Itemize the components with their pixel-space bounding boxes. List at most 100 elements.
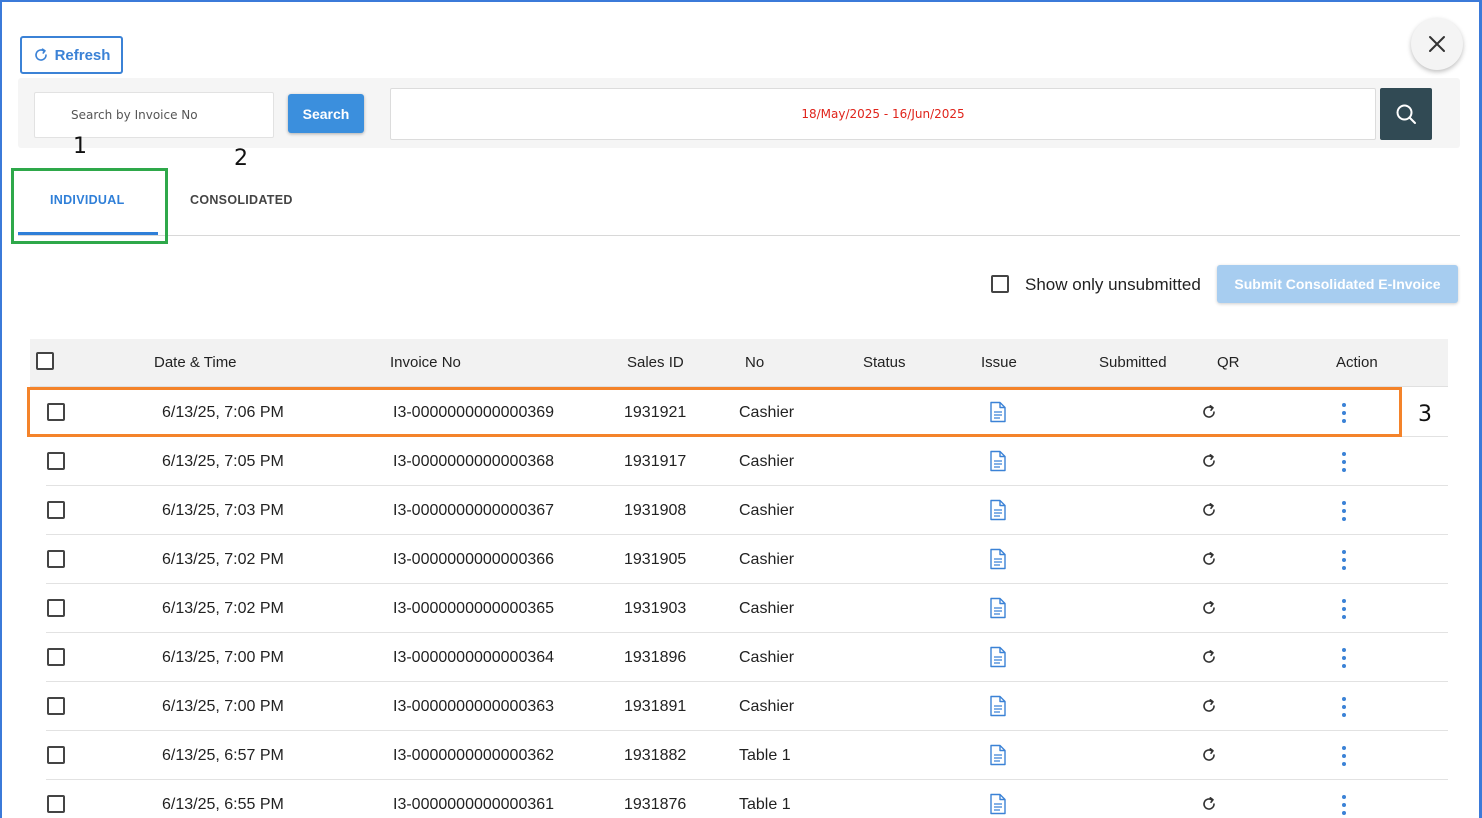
document-icon[interactable] xyxy=(988,499,1008,521)
column-header-action: Action xyxy=(1336,354,1378,371)
row-checkbox[interactable] xyxy=(47,550,65,568)
reload-icon[interactable] xyxy=(1201,747,1217,763)
row-sales-id: 1931908 xyxy=(624,502,687,519)
reload-icon[interactable] xyxy=(1201,796,1217,812)
column-header-issue: Issue xyxy=(981,354,1017,371)
row-no: Cashier xyxy=(739,551,795,568)
row-date-time: 6/13/25, 7:02 PM xyxy=(162,600,284,617)
refresh-button-label: Refresh xyxy=(54,46,111,64)
column-header-date-time: Date & Time xyxy=(154,354,237,371)
date-range-text: 18/May/2025 - 16/Jun/2025 xyxy=(801,107,965,121)
column-header-sales-id: Sales ID xyxy=(627,354,684,371)
row-sales-id: 1931903 xyxy=(624,600,687,617)
more-vertical-icon[interactable] xyxy=(1340,598,1348,620)
row-invoice-no: I3-0000000000000368 xyxy=(393,453,555,470)
row-checkbox[interactable] xyxy=(47,697,65,715)
row-date-time: 6/13/25, 7:00 PM xyxy=(162,698,284,715)
table-row[interactable]: 6/13/25, 6:55 PM I3-0000000000000361 19318… xyxy=(46,780,1448,818)
date-range-field[interactable]: 18/May/2025 - 16/Jun/2025 xyxy=(390,88,1376,140)
column-header-invoice-no: Invoice No xyxy=(390,354,461,371)
row-sales-id: 1931882 xyxy=(624,747,687,764)
row-checkbox[interactable] xyxy=(47,452,65,470)
row-date-time: 6/13/25, 7:03 PM xyxy=(162,502,284,519)
reload-icon[interactable] xyxy=(1201,453,1217,469)
more-vertical-icon[interactable] xyxy=(1340,500,1348,522)
row-checkbox[interactable] xyxy=(47,795,65,813)
row-no: Table 1 xyxy=(739,747,791,764)
document-icon[interactable] xyxy=(988,450,1008,472)
document-icon[interactable] xyxy=(988,597,1008,619)
close-icon xyxy=(1429,36,1445,52)
submit-consolidated-button[interactable]: Submit Consolidated E-Invoice xyxy=(1217,265,1458,303)
row-invoice-no: I3-0000000000000362 xyxy=(393,747,555,764)
document-icon[interactable] xyxy=(988,646,1008,668)
table-row[interactable]: 6/13/25, 7:02 PM I3-0000000000000365 19319… xyxy=(46,584,1448,633)
table-row[interactable]: 6/13/25, 6:57 PM I3-0000000000000362 19318… xyxy=(46,731,1448,780)
search-icon xyxy=(1396,104,1416,124)
highlight-box-individual-tab xyxy=(11,168,168,244)
row-sales-id: 1931891 xyxy=(624,698,687,715)
row-no: Cashier xyxy=(739,698,795,715)
row-no: Cashier xyxy=(739,453,795,470)
row-invoice-no: I3-0000000000000361 xyxy=(393,796,555,813)
row-invoice-no: I3-0000000000000363 xyxy=(393,698,555,715)
reload-icon[interactable] xyxy=(1201,551,1217,567)
table-row[interactable]: 6/13/25, 7:02 PM I3-0000000000000366 19319… xyxy=(46,535,1448,584)
row-date-time: 6/13/25, 7:00 PM xyxy=(162,649,284,666)
row-no: Cashier xyxy=(739,649,795,666)
refresh-icon xyxy=(34,48,47,61)
document-icon[interactable] xyxy=(988,548,1008,570)
row-sales-id: 1931905 xyxy=(624,551,687,568)
row-checkbox[interactable] xyxy=(47,746,65,764)
more-vertical-icon[interactable] xyxy=(1340,794,1348,816)
row-sales-id: 1931896 xyxy=(624,649,687,666)
date-search-button[interactable] xyxy=(1380,88,1432,140)
table-row[interactable]: 6/13/25, 7:00 PM I3-0000000000000364 19318… xyxy=(46,633,1448,682)
row-no: Cashier xyxy=(739,600,795,617)
row-date-time: 6/13/25, 7:05 PM xyxy=(162,453,284,470)
more-vertical-icon[interactable] xyxy=(1340,745,1348,767)
more-vertical-icon[interactable] xyxy=(1340,647,1348,669)
reload-icon[interactable] xyxy=(1201,600,1217,616)
row-no: Table 1 xyxy=(739,796,791,813)
close-button[interactable] xyxy=(1411,18,1463,70)
row-date-time: 6/13/25, 6:57 PM xyxy=(162,747,284,764)
row-checkbox[interactable] xyxy=(47,648,65,666)
show-unsubmitted-label: Show only unsubmitted xyxy=(1025,275,1201,294)
row-checkbox[interactable] xyxy=(47,599,65,617)
table-row[interactable]: 6/13/25, 7:05 PM I3-0000000000000368 19319… xyxy=(46,437,1448,486)
table-row[interactable]: 6/13/25, 7:00 PM I3-0000000000000363 19318… xyxy=(46,682,1448,731)
reload-icon[interactable] xyxy=(1201,502,1217,518)
document-icon[interactable] xyxy=(988,695,1008,717)
document-icon[interactable] xyxy=(988,793,1008,815)
column-header-submitted: Submitted xyxy=(1099,354,1167,371)
tabs-divider xyxy=(18,235,1460,236)
row-invoice-no: I3-0000000000000365 xyxy=(393,600,555,617)
search-button[interactable]: Search xyxy=(288,94,364,133)
search-input[interactable] xyxy=(34,92,274,138)
row-no: Cashier xyxy=(739,502,795,519)
more-vertical-icon[interactable] xyxy=(1340,549,1348,571)
select-all-checkbox[interactable] xyxy=(36,352,54,370)
row-date-time: 6/13/25, 7:02 PM xyxy=(162,551,284,568)
column-header-status: Status xyxy=(863,354,906,371)
document-icon[interactable] xyxy=(988,744,1008,766)
highlight-box-first-row xyxy=(27,387,1402,437)
row-date-time: 6/13/25, 6:55 PM xyxy=(162,796,284,813)
tab-consolidated[interactable]: CONSOLIDATED xyxy=(190,193,293,207)
refresh-button[interactable]: Refresh xyxy=(20,36,123,74)
annotation-number-2: 2 xyxy=(234,146,248,171)
annotation-number-1: 1 xyxy=(73,134,87,159)
row-invoice-no: I3-0000000000000366 xyxy=(393,551,555,568)
column-header-qr: QR xyxy=(1217,354,1240,371)
row-invoice-no: I3-0000000000000367 xyxy=(393,502,555,519)
reload-icon[interactable] xyxy=(1201,698,1217,714)
table-row[interactable]: 6/13/25, 7:03 PM I3-0000000000000367 19319… xyxy=(46,486,1448,535)
show-unsubmitted-checkbox[interactable] xyxy=(991,275,1009,293)
reload-icon[interactable] xyxy=(1201,649,1217,665)
column-header-no: No xyxy=(745,354,765,371)
more-vertical-icon[interactable] xyxy=(1340,451,1348,473)
row-sales-id: 1931876 xyxy=(624,796,687,813)
row-checkbox[interactable] xyxy=(47,501,65,519)
more-vertical-icon[interactable] xyxy=(1340,696,1348,718)
